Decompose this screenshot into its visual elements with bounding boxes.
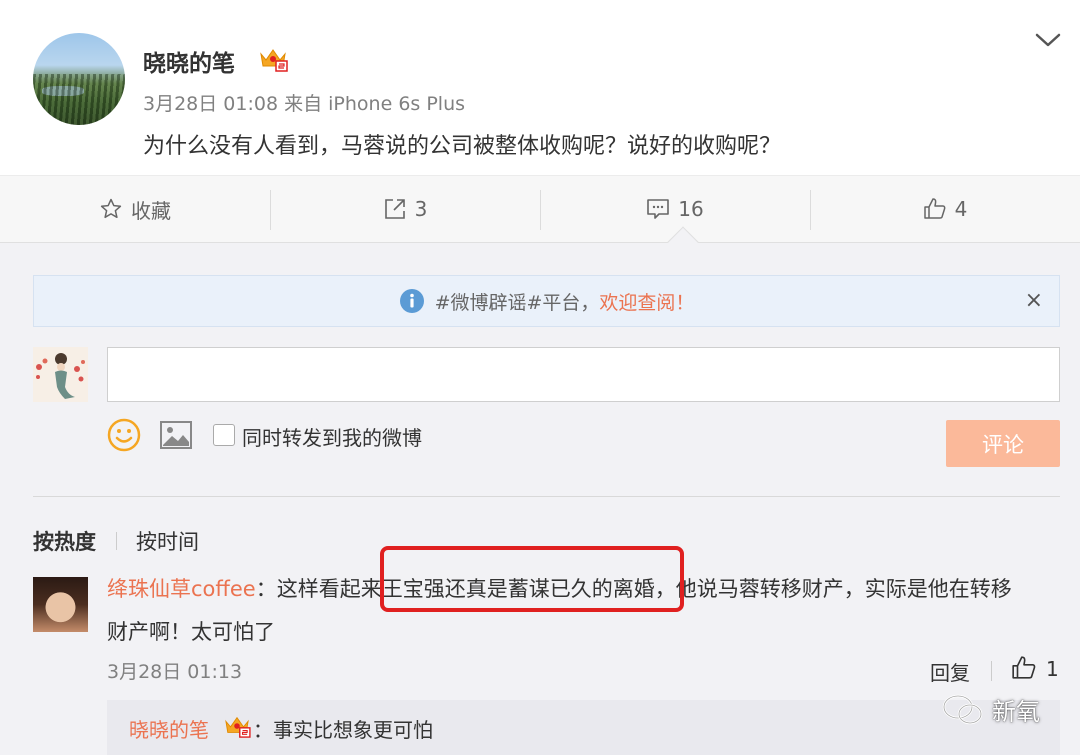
sub-reply-author[interactable]: 晓晓的笔 bbox=[129, 714, 209, 743]
reply-button[interactable]: 回复 bbox=[930, 657, 970, 686]
sort-separator bbox=[116, 532, 117, 550]
comment-input[interactable] bbox=[107, 347, 1060, 402]
info-icon bbox=[399, 289, 424, 313]
comment-text-line2: 财产啊！太可怕了 bbox=[107, 620, 275, 644]
favorite-button[interactable]: 收藏 bbox=[0, 176, 270, 242]
thumbs-up-icon bbox=[923, 198, 946, 219]
highlight-annotation bbox=[380, 546, 684, 612]
post-timestamp-source: 3月28日 01:08 来自 iPhone 6s Plus bbox=[143, 93, 466, 115]
post-author-avatar[interactable] bbox=[33, 33, 125, 125]
chevron-down-icon[interactable] bbox=[1034, 30, 1062, 50]
commenter-avatar[interactable] bbox=[33, 577, 88, 632]
emoji-icon[interactable] bbox=[107, 418, 141, 452]
wechat-icon bbox=[942, 694, 983, 724]
repost-button[interactable]: 3 bbox=[270, 176, 540, 242]
close-icon[interactable]: × bbox=[1025, 288, 1043, 313]
sort-by-time[interactable]: 按时间 bbox=[136, 526, 199, 556]
post-header: 晓晓的笔 3月28日 01:08 来自 iPhone 6s Plus 为什么没有… bbox=[0, 0, 1080, 175]
comment-button[interactable]: 16 bbox=[540, 176, 810, 242]
notice-link[interactable]: 欢迎查阅！ bbox=[599, 288, 694, 315]
star-icon bbox=[100, 198, 122, 219]
repost-checkbox-label: 同时转发到我的微博 bbox=[242, 426, 422, 450]
post-action-bar: 收藏 3 16 4 bbox=[0, 175, 1080, 243]
submit-comment-button[interactable]: 评论 bbox=[946, 420, 1060, 467]
comment-like-count: 1 bbox=[1046, 657, 1059, 681]
like-button[interactable]: 4 bbox=[810, 176, 1080, 242]
comment-icon bbox=[647, 199, 670, 219]
post-author-name[interactable]: 晓晓的笔 bbox=[143, 44, 235, 78]
favorite-label: 收藏 bbox=[131, 198, 171, 223]
repost-count: 3 bbox=[414, 197, 428, 221]
comment-count: 16 bbox=[678, 197, 704, 221]
watermark: 新氧 bbox=[942, 692, 1040, 727]
thumbs-up-icon[interactable] bbox=[1011, 655, 1037, 681]
share-icon bbox=[384, 199, 405, 219]
rumor-notice-banner: #微博辟谣#平台， 欢迎查阅！ × bbox=[33, 275, 1060, 327]
image-icon[interactable] bbox=[159, 420, 193, 450]
sub-reply-text: ：事实比想象更可怕 bbox=[253, 718, 433, 742]
repost-checkbox[interactable] bbox=[213, 424, 235, 446]
vip-crown-icon[interactable] bbox=[223, 714, 251, 738]
current-user-avatar[interactable] bbox=[33, 347, 88, 402]
sort-by-hot[interactable]: 按热度 bbox=[33, 526, 96, 556]
comment-author[interactable]: 绛珠仙草coffee bbox=[107, 577, 256, 601]
reply-separator bbox=[991, 661, 992, 681]
notice-text: #微博辟谣#平台， bbox=[434, 291, 600, 314]
watermark-label: 新氧 bbox=[992, 698, 1040, 726]
divider bbox=[33, 496, 1060, 497]
post-content: 为什么没有人看到，马蓉说的公司被整体收购呢？说好的收购呢？ bbox=[143, 134, 782, 159]
sub-reply: 晓晓的笔 ：事实比想象更可怕 bbox=[107, 700, 1060, 755]
comment-timestamp: 3月28日 01:13 bbox=[107, 661, 243, 683]
like-count: 4 bbox=[954, 197, 968, 221]
vip-crown-icon[interactable] bbox=[258, 46, 288, 72]
